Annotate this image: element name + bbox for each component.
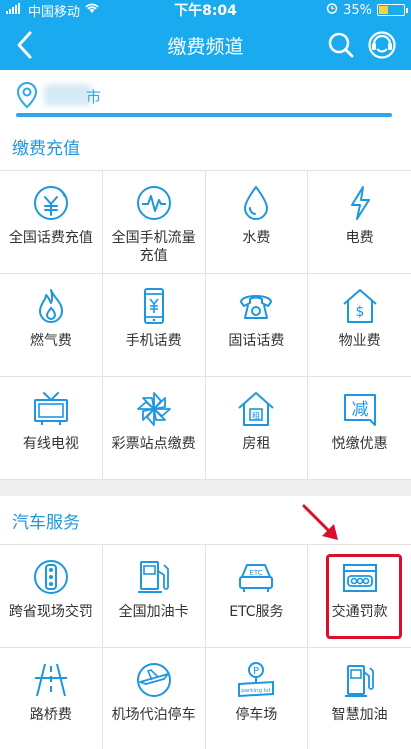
payment-item-label: 房租 [242,436,271,452]
section-divider [0,480,411,496]
search-button[interactable] [325,29,357,61]
payment-item-discount[interactable]: 减 悦缴优惠 [308,377,411,480]
car-item-etc[interactable]: ETC ETC服务 [205,545,309,648]
battery-fill [379,6,389,14]
car-item-airport-parking[interactable]: 机场代泊停车 [103,648,206,749]
payment-item-label: 全国手机流量充值 [111,230,196,264]
payment-item-gas[interactable]: 燃气费 [0,274,103,377]
payment-item-label: 物业费 [338,333,381,349]
traffic-fine-icon [342,564,377,592]
payment-item-landline[interactable]: 固话话费 [205,274,309,377]
payment-item-label: 悦缴优惠 [331,436,388,452]
car-item-label: 智慧加油 [331,707,388,723]
section-payment: 缴费充值 全国话费充值 全国手机流量充值 水费 电费 燃气费 手机话费 固话话费 [0,122,411,480]
car-item-smart-fuel[interactable]: 智慧加油 [308,648,411,749]
location-city: 市 [86,88,102,106]
section-title-payment: 缴费充值 [0,122,411,171]
car-item-fuel-card[interactable]: 全国加油卡 [102,545,206,648]
section-car-service: 汽车服务 跨省现场交罚 全国加油卡 ETC ETC服务 交通罚款 路桥费 机场代… [0,496,411,749]
car-item-cross-province-fine[interactable]: 跨省现场交罚 [0,545,103,648]
payment-item-label: 全国话费充值 [8,230,93,246]
payment-grid: 全国话费充值 全国手机流量充值 水费 电费 燃气费 手机话费 固话话费 $ 物业 [0,171,411,480]
payment-item-cable-tv[interactable]: 有线电视 [0,377,103,480]
section-title-car-service: 汽车服务 [0,496,411,545]
payment-item-label: 燃气费 [29,333,72,349]
payment-item-water[interactable]: 水费 [205,171,309,274]
car-item-label: 路桥费 [29,707,72,723]
payment-item-label: 彩票站点缴费 [111,436,196,452]
status-bar: 中国移动 下午8:04 35% [0,0,411,20]
svg-text:ETC: ETC [250,569,263,577]
phone-recharge-icon [33,186,68,220]
car-item-label: 跨省现场交罚 [8,604,93,620]
car-item-label: 全国加油卡 [118,604,189,620]
payment-item-label: 手机话费 [125,333,182,349]
location-pin-icon [16,81,38,113]
pinwheel-icon [136,392,171,426]
status-time: 下午8:04 [174,3,237,19]
data-flow-icon [136,186,171,220]
mobile-phone-icon [143,288,164,324]
car-item-label: 停车场 [235,707,278,723]
tv-icon [33,392,68,425]
payment-item-phone-recharge[interactable]: 全国话费充值 [0,171,103,274]
search-icon [328,32,354,58]
payment-item-label: 水费 [242,230,271,246]
car-item-label: ETC服务 [229,604,284,620]
parking-icon: Pparking lot [238,662,275,698]
flame-icon [38,289,63,323]
telephone-icon [240,295,273,319]
location-underline [16,113,392,117]
payment-item-label: 有线电视 [22,436,79,452]
payment-item-rent[interactable]: 租 房租 [205,377,309,480]
svg-text:减: 减 [351,400,368,420]
fuel-pump-icon [137,561,169,593]
water-drop-icon [244,185,269,220]
airport-parking-icon [136,663,171,697]
svg-text:$: $ [355,304,364,320]
customer-service-icon [368,31,396,59]
payment-item-label: 电费 [345,230,374,246]
title-bar: 缴费频道 [0,20,411,70]
car-item-label: 机场代泊停车 [111,707,196,723]
payment-item-label: 固话话费 [228,333,285,349]
car-item-parking-lot[interactable]: Pparking lot 停车场 [206,648,309,749]
payment-item-property[interactable]: $ 物业费 [308,274,411,377]
lightning-icon [350,186,370,220]
house-dollar-icon: $ [342,289,377,323]
car-item-label: 交通罚款 [331,604,388,620]
svg-text:租: 租 [252,412,260,421]
smart-fuel-icon [344,665,374,697]
payment-item-electricity[interactable]: 电费 [308,171,411,274]
rent-house-icon: 租 [238,392,275,426]
payment-item-lottery[interactable]: 彩票站点缴费 [102,377,206,480]
svg-text:P: P [253,666,259,677]
chevron-left-icon [17,31,32,59]
discount-icon: 减 [343,394,376,426]
customer-service-button[interactable] [365,29,399,61]
car-item-traffic-fine[interactable]: 交通罚款 [308,545,411,648]
etc-icon: ETC [239,564,274,592]
car-service-grid: 跨省现场交罚 全国加油卡 ETC ETC服务 交通罚款 路桥费 机场代泊停车 P… [0,545,411,749]
car-item-road-toll[interactable]: 路桥费 [0,648,103,749]
back-button[interactable] [8,28,42,62]
blurred-city-name [44,84,92,106]
road-icon [34,663,67,697]
battery-icon [377,4,408,16]
payment-item-mobile-bill[interactable]: 手机话费 [102,274,206,377]
payment-item-data-recharge[interactable]: 全国手机流量充值 [102,171,206,274]
svg-text:parking lot: parking lot [242,688,272,694]
location-bar[interactable]: 市 [0,70,411,122]
traffic-light-icon [33,560,68,594]
